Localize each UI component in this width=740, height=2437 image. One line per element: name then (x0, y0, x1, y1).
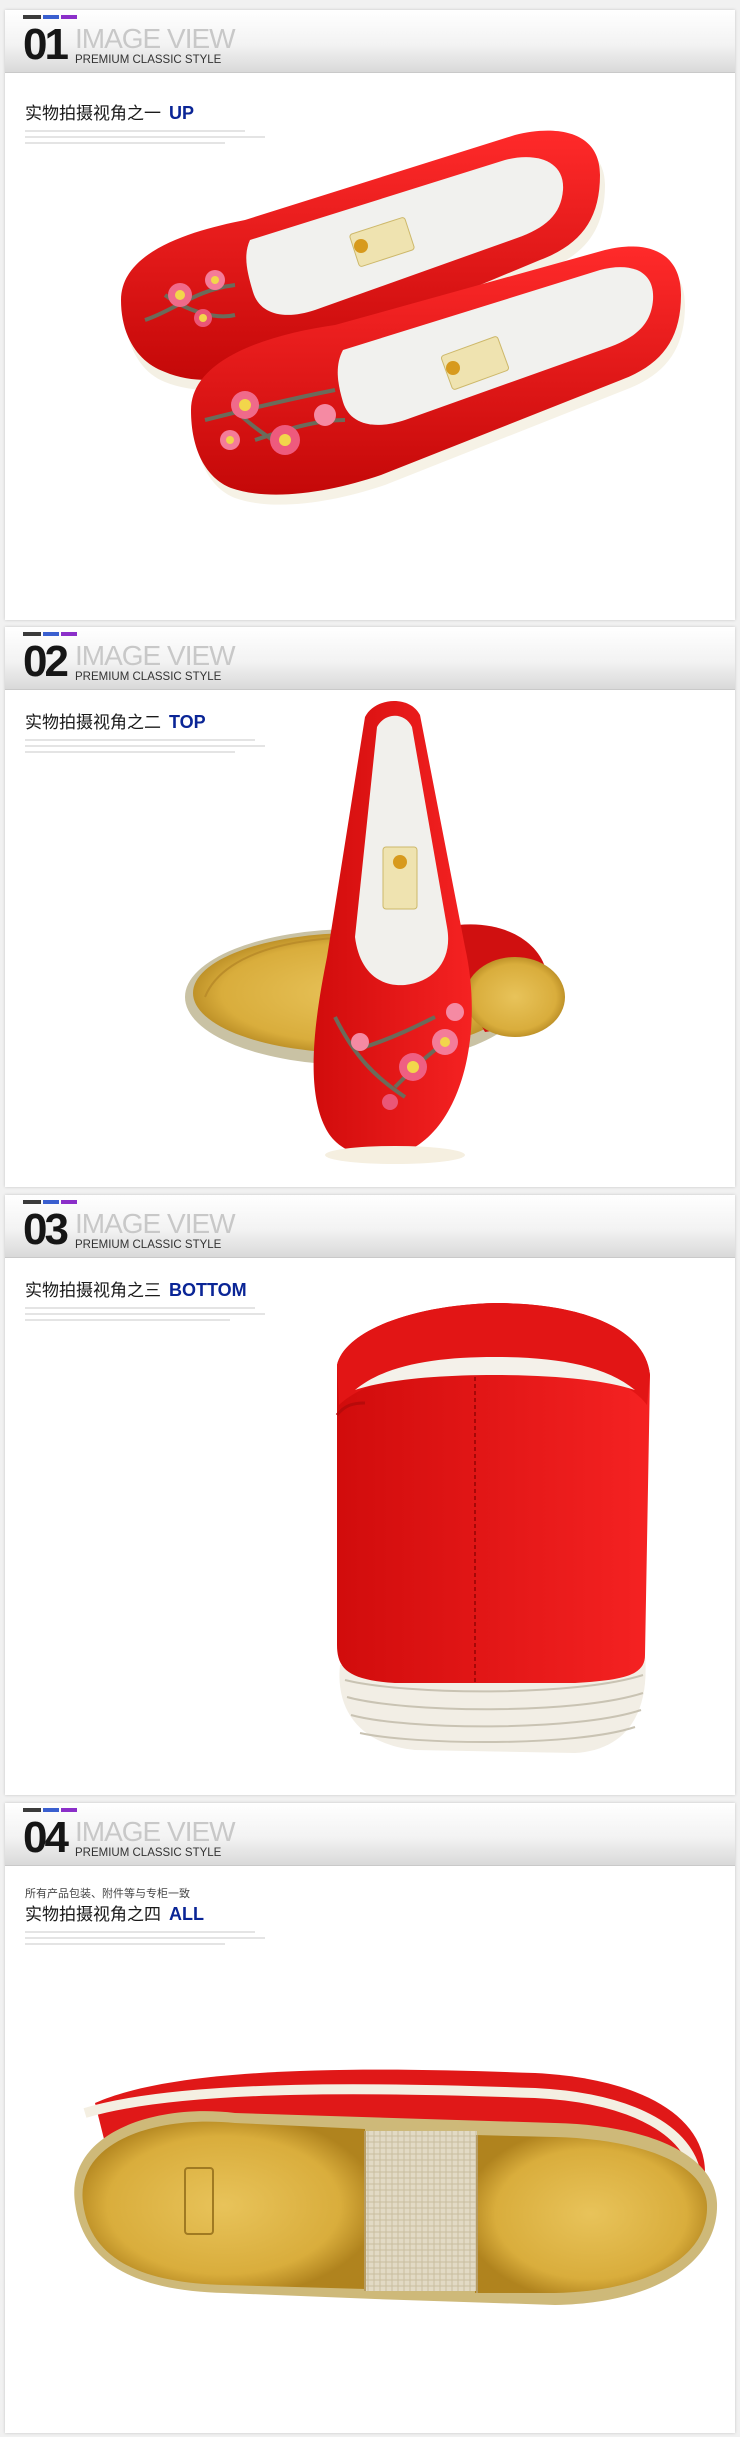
section-subtitle: PREMIUM CLASSIC STYLE (75, 1847, 222, 1859)
fine-print (25, 1307, 265, 1333)
caption-en: ALL (169, 1904, 204, 1924)
section-number: 03 (23, 1205, 69, 1254)
section-header: 02 IMAGE VIEW PREMIUM CLASSIC STYLE (5, 627, 735, 690)
section-top: 02 IMAGE VIEW PREMIUM CLASSIC STYLE 实物拍摄… (5, 627, 735, 1187)
shoe-photo-sole (74, 2069, 718, 2305)
section-number: 01 (23, 20, 69, 69)
view-caption: 实物拍摄视角之三 BOTTOM (25, 1279, 247, 1302)
shoe-photo-up (121, 130, 685, 505)
section-subtitle: PREMIUM CLASSIC STYLE (75, 671, 222, 683)
section-header: 03 IMAGE VIEW PREMIUM CLASSIC STYLE (5, 1195, 735, 1258)
section-bottom: 03 IMAGE VIEW PREMIUM CLASSIC STYLE 实物拍摄… (5, 1195, 735, 1795)
header-bars (23, 1808, 83, 1812)
section-title: IMAGE VIEW (75, 1816, 236, 1847)
section-all: 04 IMAGE VIEW PREMIUM CLASSIC STYLE 所有产品… (5, 1803, 735, 2433)
section-subtitle: PREMIUM CLASSIC STYLE (75, 1239, 222, 1251)
shoe-photo-back (335, 1303, 650, 1753)
section-header: 01 IMAGE VIEW PREMIUM CLASSIC STYLE (5, 10, 735, 73)
section-header: 04 IMAGE VIEW PREMIUM CLASSIC STYLE (5, 1803, 735, 1866)
package-note: 所有产品包装、附件等与专柜一致 (25, 1887, 190, 1900)
header-bars (23, 15, 83, 19)
section-title: IMAGE VIEW (75, 640, 236, 671)
shoe-photo-top (185, 700, 565, 1164)
header-bars (23, 1200, 83, 1204)
caption-cn: 实物拍摄视角之四 (25, 1905, 161, 1925)
section-title: IMAGE VIEW (75, 1208, 236, 1239)
caption-cn: 实物拍摄视角之二 (25, 713, 161, 733)
header-bars (23, 632, 83, 636)
caption-en: BOTTOM (169, 1280, 247, 1300)
section-subtitle: PREMIUM CLASSIC STYLE (75, 54, 222, 66)
view-caption: 实物拍摄视角之四 ALL (25, 1903, 204, 1926)
section-number: 02 (23, 637, 69, 686)
caption-cn: 实物拍摄视角之三 (25, 1281, 161, 1301)
section-number: 04 (23, 1813, 69, 1862)
fine-print (25, 1931, 265, 1957)
section-up: 01 IMAGE VIEW PREMIUM CLASSIC STYLE 实物拍摄… (5, 10, 735, 620)
section-title: IMAGE VIEW (75, 23, 236, 54)
